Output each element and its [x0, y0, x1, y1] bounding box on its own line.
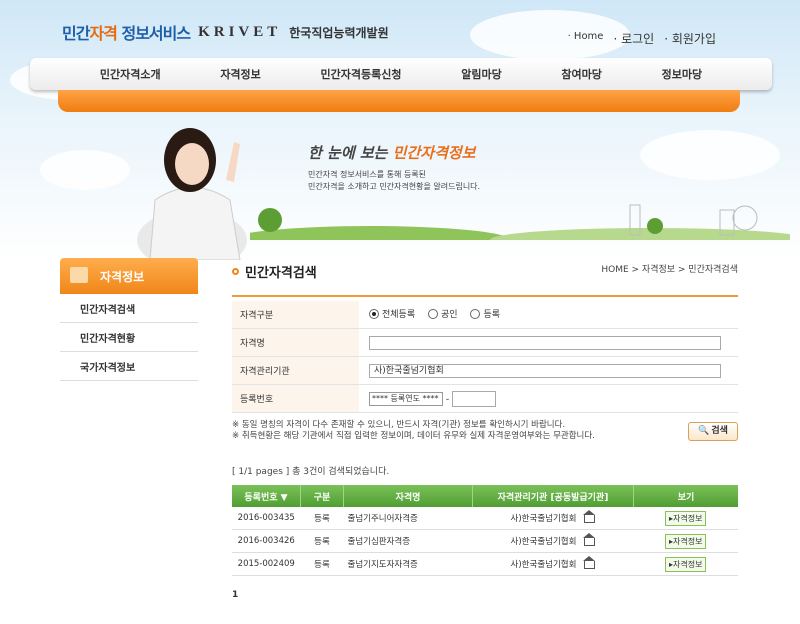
cell-regno: 2015-002409 [232, 552, 301, 576]
cell-type: 등록 [300, 529, 344, 553]
org-name: 사)한국줄넘기협회 [510, 560, 577, 570]
signup-link[interactable]: · 회원가입 [664, 30, 716, 47]
cell-name[interactable]: 줄넘기주니어자격증 [343, 507, 473, 530]
type-label: 자격구분 [232, 301, 359, 329]
view-info-button[interactable]: ▸자격정보 [665, 556, 707, 572]
table-row: 2015-002409 등록 줄넘기지도자자격증 사)한국줄넘기협회 ▸자격정보 [232, 552, 738, 576]
radio-selected-icon [369, 308, 379, 319]
sidebar-item-search[interactable]: 민간자격검색 [60, 294, 198, 323]
name-input[interactable] [369, 335, 721, 350]
regno-label: 등록번호 [232, 384, 359, 413]
notice: ※ 동일 명칭의 자격이 다수 존재할 수 있으니, 반드시 자격(기관) 정보… [232, 420, 738, 442]
model-illustration [137, 128, 247, 260]
col-type: 구분 [300, 485, 344, 507]
view-info-button[interactable]: ▸자격정보 [665, 533, 707, 549]
slogan-prefix: 한 눈에 보는 [308, 144, 393, 162]
slogan-highlight: 민간자격정보 [392, 144, 476, 162]
sidebar-item-national[interactable]: 국가자격정보 [60, 352, 198, 381]
top-links: · Home · 로그인 · 회원가입 [568, 30, 716, 47]
regno-number-input[interactable] [452, 390, 496, 407]
org-input[interactable]: 사)한국줄넘기협회 [369, 363, 721, 378]
radio-certified[interactable]: 공인 [428, 307, 458, 320]
site-logo[interactable]: 민간자격 정보서비스 KRIVET 한국직업능력개발원 [62, 20, 389, 44]
nav-item-qualification-info[interactable]: 자격정보 [220, 66, 260, 82]
sidebar: 자격정보 민간자격검색 민간자격현황 국가자격정보 [60, 258, 198, 381]
sidebar-title-label: 자격정보 [100, 269, 145, 284]
main-nav: 민간자격소개 자격정보 민간자격등록신청 알림마당 참여마당 정보마당 [30, 58, 772, 90]
search-button[interactable]: 🔍 검색 [688, 422, 738, 441]
org-name: 사)한국줄넘기협회 [510, 537, 577, 547]
col-regno[interactable]: 등록번호 ▼ [232, 485, 301, 507]
home-icon[interactable] [583, 555, 596, 569]
radio-icon [470, 308, 481, 319]
search-form: 자격구분 전체등록 공인 등록 자격명 자격관리기관 사)한국줄넘기협회 등록번… [232, 301, 738, 413]
nav-item-registration[interactable]: 민간자격등록신청 [321, 66, 402, 82]
pagination-current-page[interactable]: 1 [232, 590, 738, 600]
cell-name[interactable]: 줄넘기심판자격증 [343, 529, 473, 553]
banner-slogan: 한 눈에 보는 민간자격정보 민간자격 정보서비스를 통해 등록된 민간자격을 … [308, 142, 480, 193]
krivet-korean-name: 한국직업능력개발원 [289, 25, 389, 40]
regno-dash: - [445, 394, 450, 404]
cell-org: 사)한국줄넘기협회 [472, 529, 634, 553]
table-row: 2016-003435 등록 줄넘기주니어자격증 사)한국줄넘기협회 ▸자격정보 [232, 507, 738, 530]
logo-prefix: 민간 [62, 24, 90, 43]
view-info-button[interactable]: ▸자격정보 [665, 510, 707, 526]
table-row: 2016-003426 등록 줄넘기심판자격증 사)한국줄넘기협회 ▸자격정보 [232, 529, 738, 553]
regno-year-select[interactable]: **** 등록연도 **** [369, 391, 443, 406]
main-content: 민간자격검색 HOME > 자격정보 > 민간자격검색 자격구분 전체등록 공인… [232, 262, 738, 600]
sidebar-title: 자격정보 [60, 258, 198, 294]
home-icon[interactable] [583, 532, 596, 546]
nav-item-participation[interactable]: 참여마당 [561, 66, 601, 82]
search-icon: 🔍 [698, 426, 710, 436]
banner-desc-line2: 민간자격을 소개하고 민간자격현황을 알려드립니다. [308, 182, 481, 191]
sidebar-item-status[interactable]: 민간자격현황 [60, 323, 198, 352]
org-label: 자격관리기관 [232, 356, 359, 385]
nav-orange-bar [58, 90, 740, 112]
radio-registered-label: 등록 [483, 310, 500, 321]
title-divider [232, 295, 738, 297]
breadcrumb: HOME > 자격정보 > 민간자격검색 [601, 265, 738, 275]
home-link[interactable]: · Home [568, 31, 604, 47]
org-name: 사)한국줄넘기협회 [510, 514, 577, 524]
document-icon [70, 267, 88, 283]
nav-item-notice[interactable]: 알림마당 [461, 66, 501, 82]
nav-item-information[interactable]: 정보마당 [662, 66, 702, 82]
notice-line2: ※ 취득현황은 해당 기관에서 직접 입력한 정보이며, 데이터 유무와 실제 … [232, 431, 595, 441]
cell-name[interactable]: 줄넘기지도자자격증 [343, 552, 473, 576]
result-summary: [ 1/1 pages ] 총 3건이 검색되었습니다. [232, 467, 390, 477]
banner-landscape [250, 204, 790, 240]
col-name: 자격명 [343, 485, 473, 507]
cell-org: 사)한국줄넘기협회 [472, 507, 634, 530]
name-label: 자격명 [232, 328, 359, 357]
logo-suffix: 정보서비스 [116, 24, 191, 43]
banner-desc-line1: 민간자격 정보서비스를 통해 등록된 [308, 170, 427, 179]
cell-org: 사)한국줄넘기협회 [472, 552, 634, 576]
radio-certified-label: 공인 [441, 310, 458, 321]
cell-type: 등록 [300, 507, 344, 530]
login-link[interactable]: · 로그인 [613, 30, 654, 47]
nav-item-intro[interactable]: 민간자격소개 [100, 66, 161, 82]
cell-type: 등록 [300, 552, 344, 576]
home-icon[interactable] [583, 509, 596, 523]
notice-line1: ※ 동일 명칭의 자격이 다수 존재할 수 있으니, 반드시 자격(기관) 정보… [232, 420, 566, 430]
logo-mid: 자격 [89, 24, 117, 43]
radio-registered[interactable]: 등록 [470, 307, 500, 320]
krivet-logo: KRIVET [198, 23, 282, 40]
radio-all[interactable]: 전체등록 [369, 307, 415, 320]
col-view: 보기 [633, 485, 738, 507]
col-org: 자격관리기관 [공동발급기관] [472, 485, 634, 507]
cell-regno: 2016-003426 [232, 529, 301, 553]
bullet-icon [232, 268, 239, 275]
radio-icon [428, 308, 438, 319]
results-table: 등록번호 ▼ 구분 자격명 자격관리기관 [공동발급기관] 보기 2016-00… [232, 485, 738, 576]
cell-regno: 2016-003435 [232, 507, 301, 530]
type-options: 전체등록 공인 등록 [359, 301, 738, 329]
radio-all-label: 전체등록 [382, 310, 416, 321]
search-button-label: 검색 [711, 426, 728, 436]
page-title-label: 민간자격검색 [245, 266, 317, 281]
